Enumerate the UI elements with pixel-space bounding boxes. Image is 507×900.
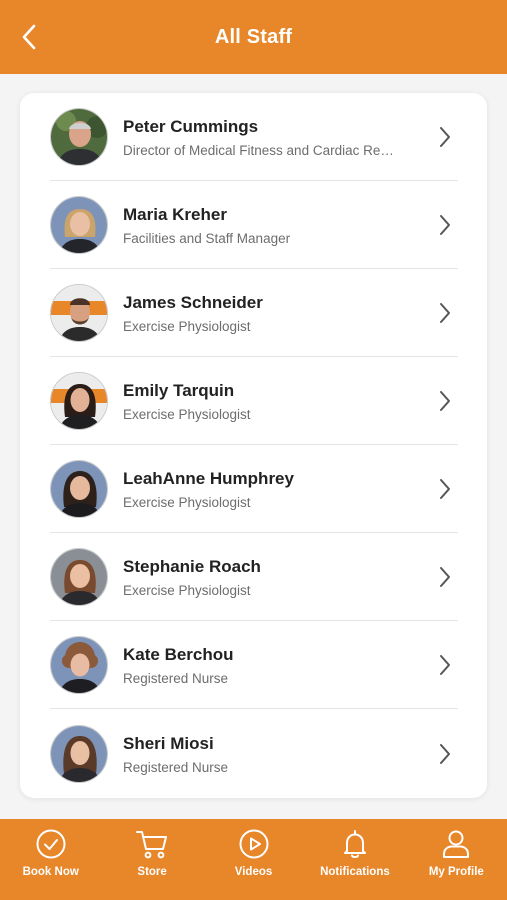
tab-label: Notifications — [320, 866, 390, 878]
staff-name: Kate Berchou — [123, 644, 234, 664]
staff-name: James Schneider — [123, 292, 263, 312]
chevron-right-icon — [440, 127, 450, 147]
staff-list: Peter Cummings Director of Medical Fitne… — [20, 93, 487, 798]
chevron-right-icon — [440, 479, 450, 499]
tab-label: Videos — [234, 866, 273, 878]
avatar — [50, 196, 108, 254]
staff-role: Registered Nurse — [123, 670, 229, 686]
person-icon — [443, 830, 470, 858]
staff-name: Stephanie Roach — [123, 556, 261, 576]
app-header: All Staff — [0, 0, 507, 74]
avatar — [50, 548, 108, 606]
tab-label: Store — [137, 866, 167, 878]
tab-store[interactable]: Store — [101, 819, 202, 900]
staff-role: Exercise Physiologist — [123, 494, 251, 510]
chevron-right-icon — [440, 655, 450, 675]
chevron-left-icon — [22, 24, 36, 50]
back-button[interactable] — [14, 22, 44, 52]
avatar — [50, 108, 108, 166]
tab-label: My Profile — [428, 866, 484, 878]
staff-name: Peter Cummings — [123, 116, 259, 136]
staff-row[interactable]: James Schneider Exercise Physiologist — [50, 269, 458, 357]
staff-name: Emily Tarquin — [123, 380, 235, 400]
cart-icon — [136, 831, 168, 859]
staff-row[interactable]: Sheri Miosi Registered Nurse — [50, 710, 458, 798]
avatar — [50, 284, 108, 342]
staff-role: Registered Nurse — [123, 759, 229, 775]
staff-role: Director of Medical Fitness and Cardiac … — [123, 142, 394, 158]
avatar — [50, 636, 108, 694]
tab-book-now[interactable]: Book Now — [0, 819, 101, 900]
staff-row[interactable]: LeahAnne Humphrey Exercise Physiologist — [50, 445, 458, 533]
staff-row[interactable]: Peter Cummings Director of Medical Fitne… — [50, 93, 458, 181]
chevron-right-icon — [440, 744, 450, 764]
avatar — [50, 725, 108, 783]
tab-my-profile[interactable]: My Profile — [406, 819, 507, 900]
staff-row[interactable]: Maria Kreher Facilities and Staff Manage… — [50, 181, 458, 269]
play-circle-icon — [239, 829, 269, 859]
staff-name: Sheri Miosi — [123, 733, 214, 753]
chevron-right-icon — [440, 215, 450, 235]
staff-name: LeahAnne Humphrey — [123, 468, 294, 488]
staff-role: Exercise Physiologist — [123, 582, 251, 598]
staff-row[interactable]: Kate Berchou Registered Nurse — [50, 621, 458, 709]
bell-icon — [343, 830, 366, 858]
avatar — [50, 460, 108, 518]
staff-role: Exercise Physiologist — [123, 406, 251, 422]
divider — [50, 708, 458, 709]
staff-row[interactable]: Stephanie Roach Exercise Physiologist — [50, 533, 458, 621]
bottom-tab-bar: Book Now Store Videos Notifications My P… — [0, 819, 507, 900]
tab-notifications[interactable]: Notifications — [304, 819, 405, 900]
chevron-right-icon — [440, 567, 450, 587]
tab-videos[interactable]: Videos — [203, 819, 304, 900]
tab-label: Book Now — [22, 866, 79, 878]
staff-role: Exercise Physiologist — [123, 318, 251, 334]
staff-name: Maria Kreher — [123, 204, 227, 224]
staff-role: Facilities and Staff Manager — [123, 230, 291, 246]
avatar — [50, 372, 108, 430]
staff-row[interactable]: Emily Tarquin Exercise Physiologist — [50, 357, 458, 445]
page-title: All Staff — [214, 25, 293, 48]
check-circle-icon — [36, 829, 66, 859]
chevron-right-icon — [440, 303, 450, 323]
chevron-right-icon — [440, 391, 450, 411]
